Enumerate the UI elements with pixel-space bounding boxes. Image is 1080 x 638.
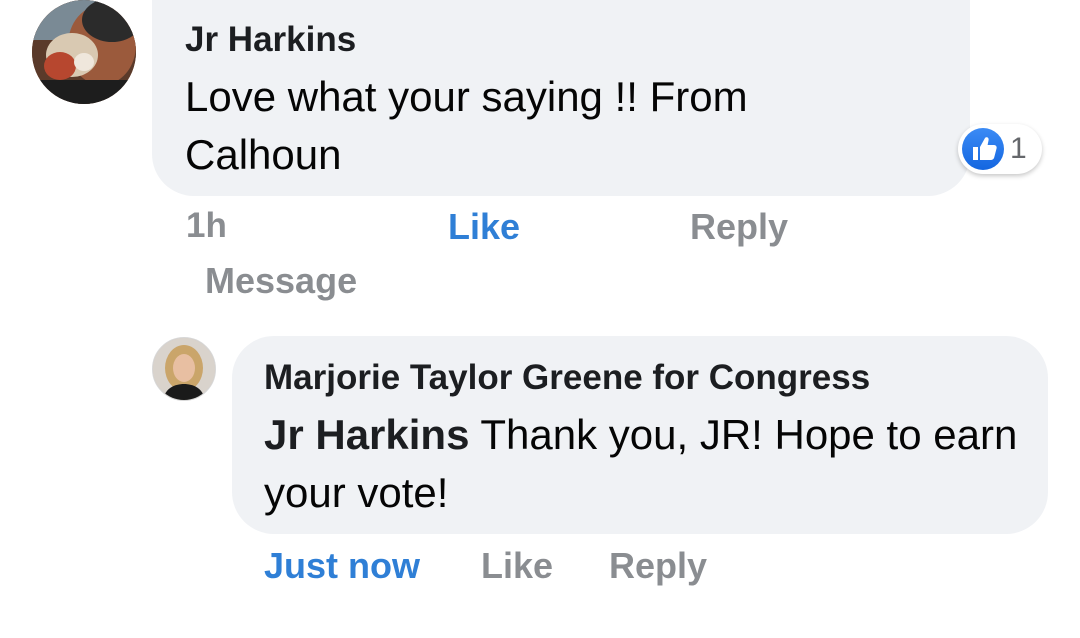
commenter-photo [32, 0, 136, 104]
comment-reply-button[interactable]: Reply [690, 206, 788, 248]
replier-photo [153, 338, 215, 400]
reply-author[interactable]: Marjorie Taylor Greene for Congress [264, 358, 870, 398]
mention-link[interactable]: Jr Harkins [264, 411, 469, 458]
comment-timestamp[interactable]: 1h [186, 206, 227, 246]
comment-bubble: Jr Harkins Love what your saying !! From… [152, 0, 970, 196]
reply-text: Jr Harkins Thank you, JR! Hope to earn y… [264, 406, 1024, 522]
reaction-badge[interactable]: 1 [958, 124, 1042, 174]
comment-author[interactable]: Jr Harkins [185, 20, 356, 60]
comment-message-button[interactable]: Message [205, 260, 357, 302]
thumbs-up-icon [962, 128, 1004, 170]
reply-like-button[interactable]: Like [481, 545, 553, 587]
replier-avatar[interactable] [152, 337, 216, 401]
reply-timestamp[interactable]: Just now [264, 545, 420, 587]
comment-text: Love what your saying !! From Calhoun [185, 73, 748, 178]
reply-bubble: Marjorie Taylor Greene for Congress Jr H… [232, 336, 1048, 534]
commenter-avatar[interactable] [32, 0, 136, 104]
reaction-count: 1 [1010, 132, 1027, 165]
reply-reply-button[interactable]: Reply [609, 545, 707, 587]
comment-like-button[interactable]: Like [448, 206, 520, 248]
